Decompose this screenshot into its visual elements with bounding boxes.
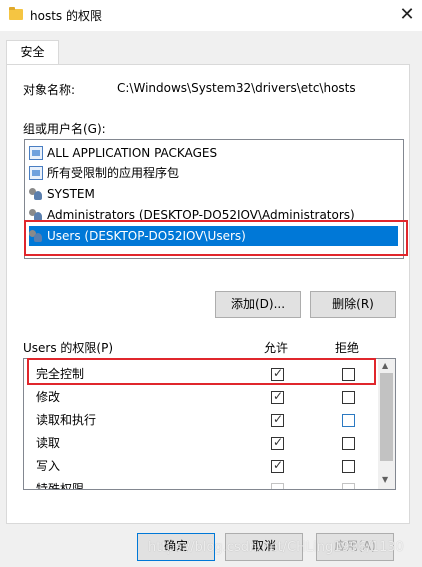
- permission-name: 读取和执行: [36, 413, 97, 427]
- tab-security[interactable]: 安全: [6, 40, 59, 65]
- allow-column-header: 允许: [264, 341, 289, 355]
- apply-button[interactable]: 应用(A): [316, 533, 394, 561]
- allow-checkbox[interactable]: [271, 483, 284, 489]
- highlight-box-full-control: [27, 358, 376, 385]
- deny-checkbox[interactable]: [342, 437, 355, 450]
- permissions-header: Users 的权限(P): [23, 341, 114, 355]
- permission-name: 特殊权限: [36, 482, 85, 490]
- list-item[interactable]: ALL APPLICATION PACKAGES: [29, 143, 217, 163]
- add-button[interactable]: 添加(D)...: [215, 291, 301, 318]
- close-button[interactable]: ✕: [392, 0, 422, 30]
- ok-button[interactable]: 确定: [137, 533, 215, 561]
- remove-button[interactable]: 删除(R): [310, 291, 396, 318]
- allow-checkbox[interactable]: [271, 412, 284, 427]
- list-item[interactable]: 所有受限制的应用程序包: [29, 163, 179, 183]
- scroll-down-arrow-icon[interactable]: ▼: [382, 475, 388, 484]
- scroll-up-arrow-icon[interactable]: ▲: [382, 361, 388, 370]
- allow-checkbox[interactable]: [271, 435, 284, 450]
- list-item-label: SYSTEM: [47, 187, 95, 201]
- permission-name: 修改: [36, 390, 61, 404]
- groups-label: 组或用户名(G):: [23, 122, 106, 136]
- list-item-label: ALL APPLICATION PACKAGES: [47, 146, 218, 160]
- folder-icon: [9, 7, 23, 20]
- deny-column-header: 拒绝: [335, 341, 360, 355]
- scrollbar-thumb[interactable]: [380, 373, 393, 461]
- title-bar: hosts 的权限 ✕: [0, 0, 422, 31]
- allow-checkbox[interactable]: [271, 389, 284, 404]
- object-name-label: 对象名称:: [23, 83, 76, 97]
- permission-name: 写入: [36, 459, 61, 473]
- allow-checkbox[interactable]: [271, 458, 284, 473]
- permission-name: 读取: [36, 436, 61, 450]
- deny-checkbox[interactable]: [342, 460, 355, 473]
- highlight-box-users: [24, 220, 408, 256]
- permissions-scrollbar[interactable]: ▲ ▼: [378, 359, 395, 489]
- deny-checkbox[interactable]: [342, 391, 355, 404]
- list-item-label: 所有受限制的应用程序包: [47, 166, 180, 180]
- deny-checkbox[interactable]: [342, 483, 355, 489]
- user-group-icon: [29, 187, 43, 201]
- window-title: hosts 的权限: [30, 9, 102, 23]
- deny-checkbox[interactable]: [342, 414, 355, 427]
- list-item[interactable]: SYSTEM: [29, 184, 95, 204]
- package-icon: [29, 146, 43, 160]
- package-icon: [29, 166, 43, 180]
- cancel-button[interactable]: 取消: [225, 533, 303, 561]
- object-name-value: C:\Windows\System32\drivers\etc\hosts: [117, 81, 356, 95]
